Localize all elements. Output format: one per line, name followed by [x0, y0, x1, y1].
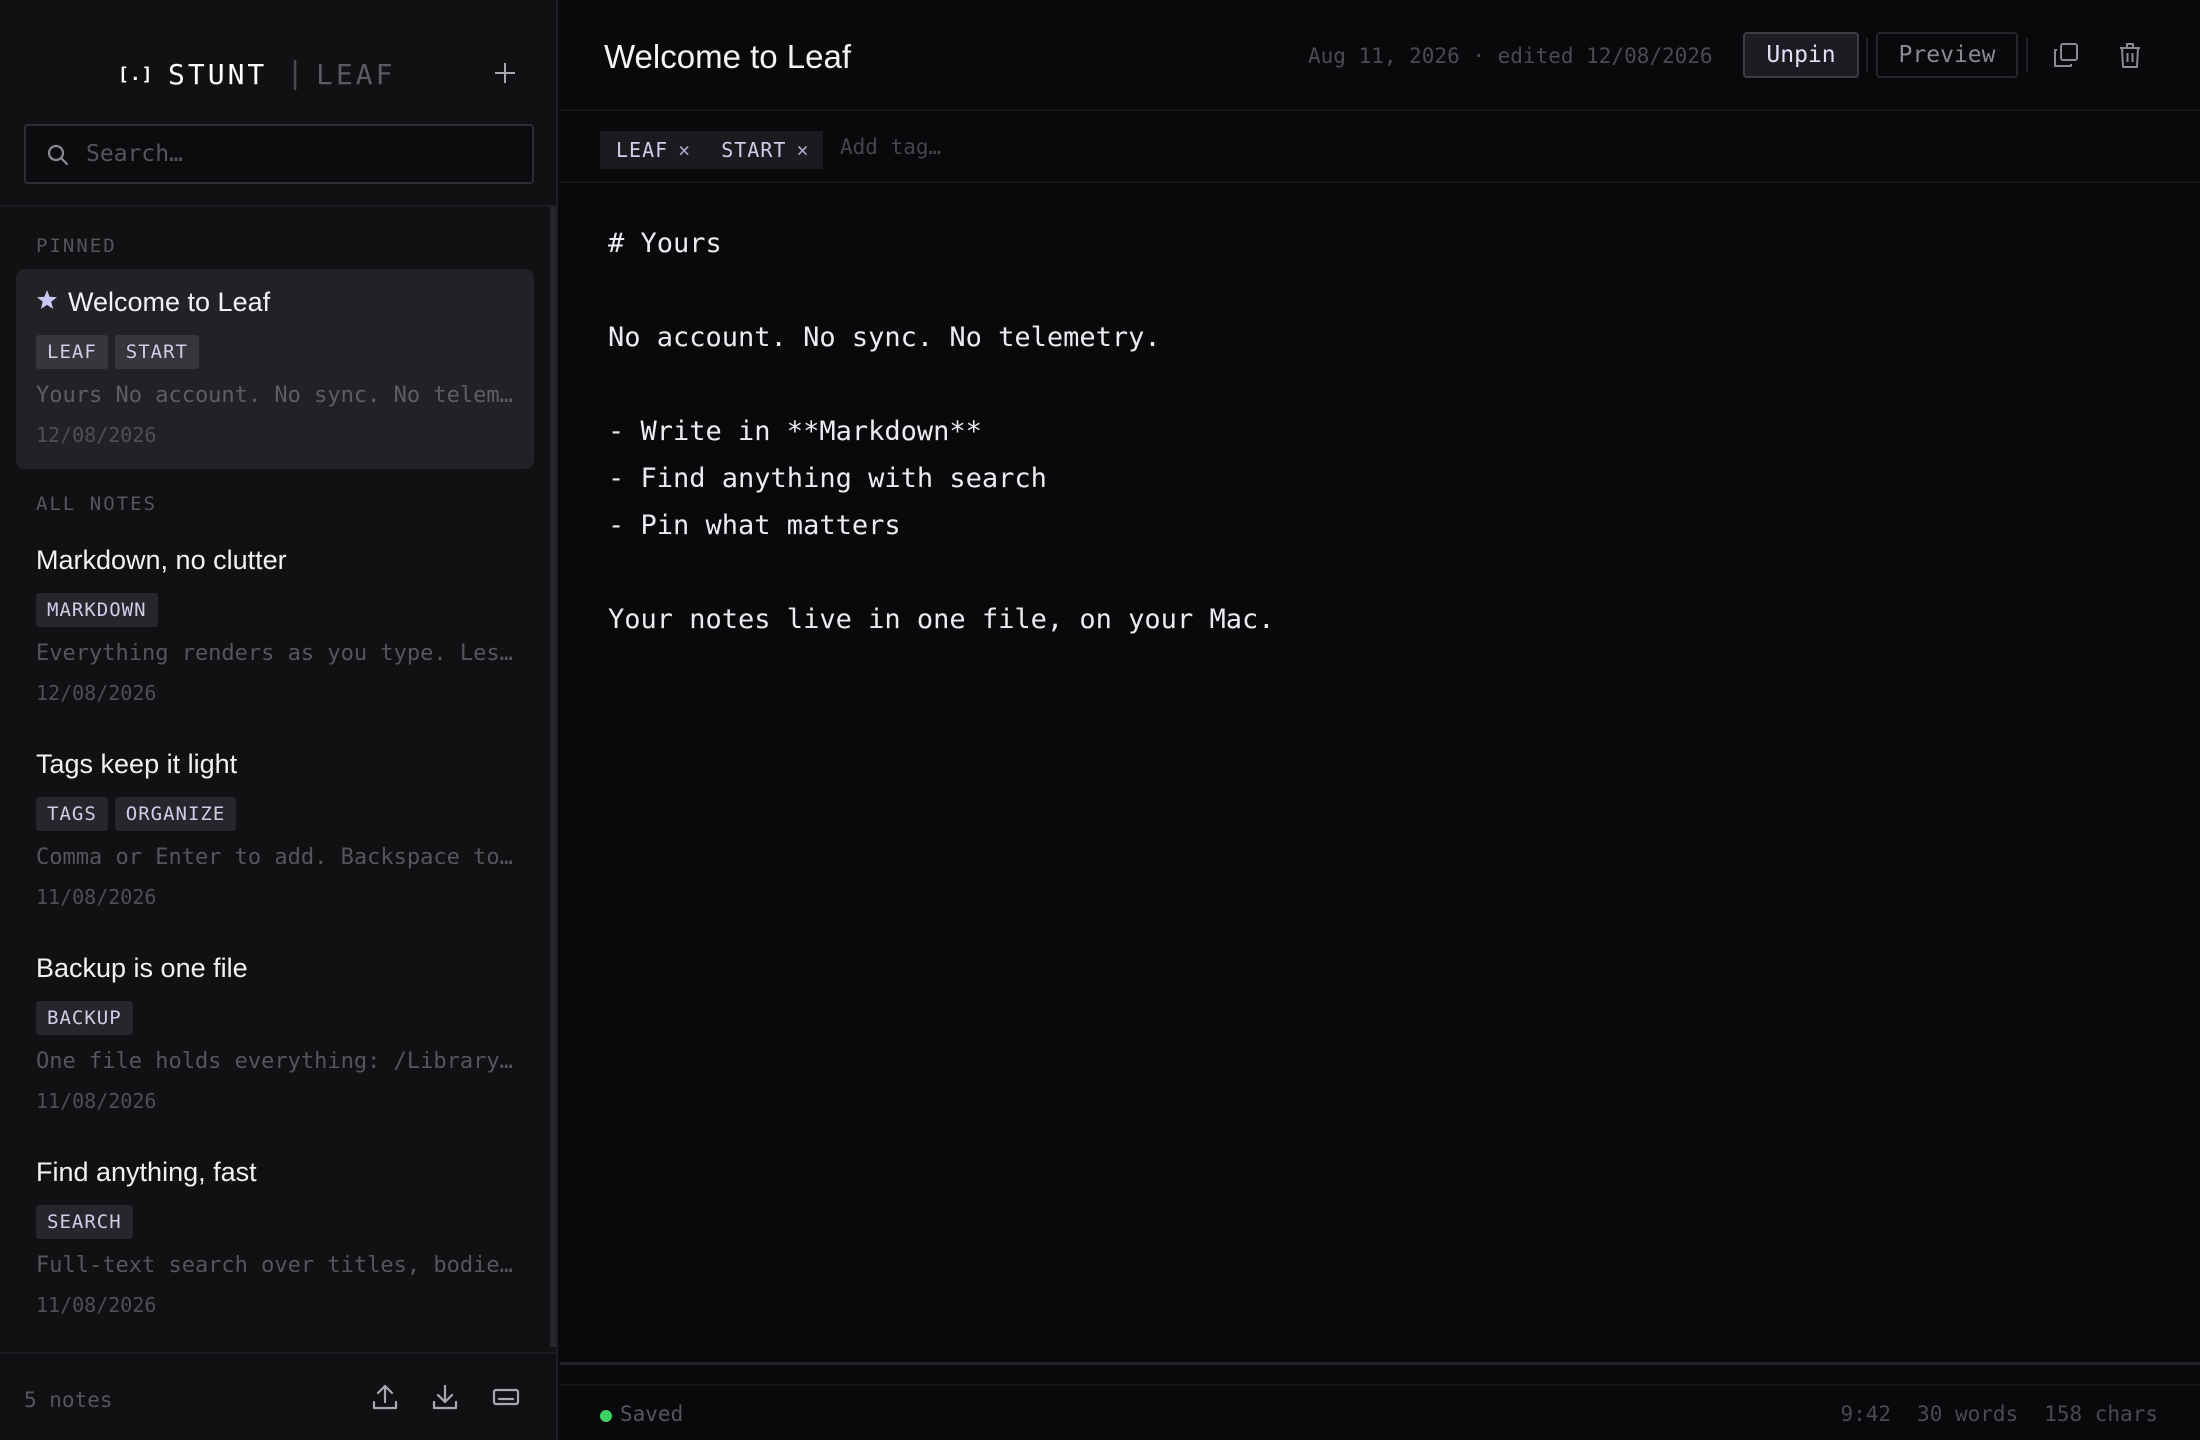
header-divider [2026, 38, 2028, 72]
editor-line: No account. No sync. No telemetry. [608, 322, 1161, 353]
editor-line: - Pin what matters [608, 510, 901, 541]
upload-icon[interactable] [368, 1380, 402, 1414]
copy-icon[interactable] [2051, 40, 2081, 70]
sidebar-scrollbar[interactable] [550, 207, 556, 1347]
unpin-button[interactable]: Unpin [1743, 32, 1859, 78]
remove-tag-icon[interactable]: × [678, 138, 691, 162]
note-card-date: 11/08/2026 [36, 1293, 157, 1317]
note-card-tags: SEARCH [36, 1205, 133, 1239]
search-input[interactable] [86, 134, 516, 174]
editor-line: # Yours [608, 228, 722, 259]
search-box[interactable] [24, 124, 534, 184]
note-card-preview: Everything renders as you type. Less fri… [36, 641, 524, 666]
saved-indicator-icon [600, 1410, 612, 1422]
note-card-title: Markdown, no clutter [36, 545, 287, 575]
note-card-preview: Full-text search over titles, bodies and… [36, 1253, 524, 1278]
tag-badge: BACKUP [36, 1001, 133, 1035]
all-notes-section-label: ALL NOTES [36, 493, 157, 515]
preview-button[interactable]: Preview [1876, 32, 2018, 78]
char-count: 158 chars [2044, 1402, 2158, 1426]
keyboard-icon[interactable] [489, 1380, 523, 1414]
markdown-editor[interactable]: # Yours No account. No sync. No telemetry… [608, 228, 2168, 1328]
logo-mark: [.] [118, 64, 154, 85]
note-card-tags: TAGS ORGANIZE [36, 797, 237, 831]
brand-app-name: LEAF [316, 58, 396, 91]
note-card-title: Tags keep it light [36, 749, 238, 779]
note-card-tags: MARKDOWN [36, 593, 158, 627]
add-tag-input[interactable] [840, 131, 1040, 163]
note-card-date: 12/08/2026 [36, 423, 157, 447]
tag-badge: MARKDOWN [36, 593, 158, 627]
note-title[interactable]: Welcome to Leaf [604, 38, 851, 76]
note-card[interactable]: Welcome to Leaf LEAF START Yours No account… [16, 269, 534, 469]
note-card-title: Find anything, fast [36, 1157, 257, 1187]
star-icon [37, 290, 57, 309]
download-icon[interactable] [428, 1380, 462, 1414]
word-count: 30 words [1917, 1402, 2019, 1426]
tag-badge: SEARCH [36, 1205, 133, 1239]
trash-icon[interactable] [2115, 40, 2145, 70]
tag-badge: ORGANIZE [114, 797, 237, 831]
tag-chip-label: START [721, 138, 787, 162]
app-window: [.] STUNT | LEAF PINNED ALL NOTES Welcom… [0, 0, 2200, 1440]
editor-pane: Welcome to Leaf Aug 11, 2026 · edited 12… [560, 0, 2200, 1440]
note-card[interactable]: Backup is one file BACKUP One file holds e… [16, 935, 534, 1135]
tag-badge: LEAF [36, 335, 108, 369]
tag-chip-label: LEAF [616, 138, 669, 162]
header-divider [1866, 38, 1868, 72]
note-card-date: 11/08/2026 [36, 885, 157, 909]
tag-chip: START × [705, 131, 824, 169]
note-card-date: 12/08/2026 [36, 681, 157, 705]
note-card[interactable]: Find anything, fast SEARCH Full-text searc… [16, 1139, 534, 1339]
note-meta: Aug 11, 2026 · edited 12/08/2026 [1308, 44, 1713, 68]
sidebar-footer: 5 notes [0, 1352, 556, 1440]
note-card-title: Backup is one file [36, 953, 248, 983]
tag-badge: TAGS [36, 797, 108, 831]
brand: [.] STUNT | LEAF [0, 0, 558, 115]
tag-bar: LEAF × START × [560, 111, 2200, 183]
note-card-preview: One file holds everything: /Library/Leaf… [36, 1049, 524, 1074]
note-card-title: Welcome to Leaf [68, 287, 271, 317]
tag-badge: START [114, 335, 199, 369]
note-card[interactable]: Markdown, no clutter MARKDOWN Everything r… [16, 527, 534, 727]
brand-name: STUNT [168, 58, 268, 91]
note-card-date: 11/08/2026 [36, 1089, 157, 1113]
note-card-tags: LEAF START [36, 335, 199, 369]
status-bar: Saved 9:42 30 words 158 chars [560, 1384, 2200, 1440]
pinned-section-label: PINNED [36, 235, 117, 257]
editor-line: Your notes live in one file, on your Mac… [608, 604, 1275, 635]
tag-chip: LEAF × [600, 131, 706, 169]
note-card-preview: Comma or Enter to add. Backspace to remo… [36, 845, 524, 870]
status-divider [560, 1362, 2200, 1365]
clock-time: 9:42 [1840, 1402, 1892, 1426]
search-icon [47, 144, 69, 166]
note-list: PINNED ALL NOTES Welcome to Leaf LEAF STAR… [0, 207, 550, 1347]
brand-separator: | [286, 56, 305, 91]
editor-line: - Find anything with search [608, 463, 1047, 494]
tag-chips: LEAF × START × [600, 131, 824, 169]
document-stats: 9:42 30 words 158 chars [1814, 1402, 2158, 1426]
note-card[interactable]: Tags keep it light TAGS ORGANIZE Comma or E… [16, 731, 534, 931]
new-note-button[interactable] [488, 56, 522, 90]
note-card-preview: Yours No account. No sync. No telemetry. [36, 383, 524, 408]
editor-line: - Write in **Markdown** [608, 416, 982, 447]
editor-header: Welcome to Leaf Aug 11, 2026 · edited 12… [560, 0, 2200, 111]
note-count: 5 notes [24, 1388, 113, 1412]
sidebar: [.] STUNT | LEAF PINNED ALL NOTES Welcom… [0, 0, 558, 1440]
note-card-tags: BACKUP [36, 1001, 133, 1035]
saved-status: Saved [620, 1402, 684, 1426]
remove-tag-icon[interactable]: × [796, 138, 809, 162]
